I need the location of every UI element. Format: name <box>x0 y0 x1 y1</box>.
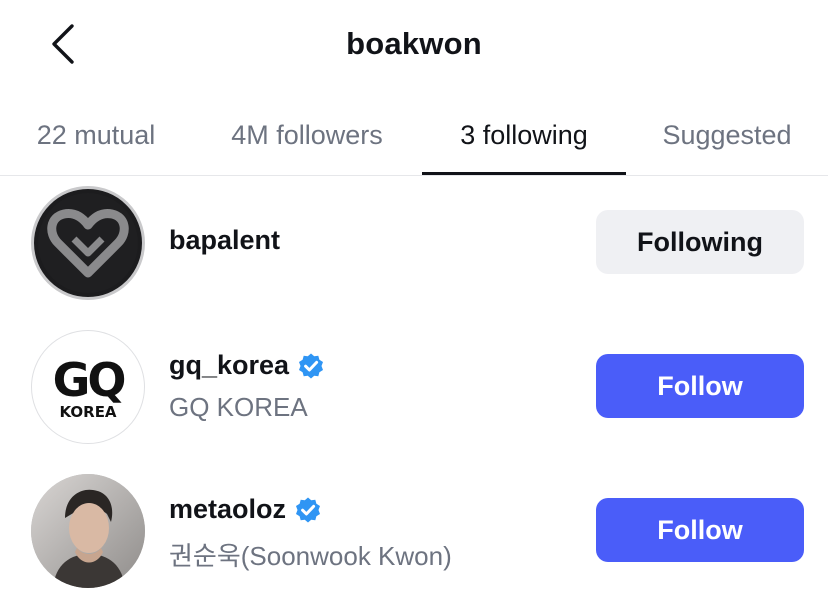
account-name-line: metaoloz <box>169 494 322 525</box>
tab-mutual[interactable]: 22 mutual <box>20 96 172 174</box>
account-name-line: gq_korea <box>169 350 325 381</box>
top-bar: boakwon <box>0 0 828 92</box>
username[interactable]: metaoloz <box>169 494 286 525</box>
list-item[interactable]: metaoloz 권순욱(Soonwook Kwon) Follow <box>0 466 828 596</box>
avatar[interactable] <box>31 186 145 300</box>
account-name-line: bapalent <box>169 225 280 256</box>
verified-badge-icon <box>296 497 321 522</box>
avatar[interactable]: GQ KOREA <box>31 330 145 444</box>
list-item[interactable]: GQ KOREA gq_korea GQ KOREA Follow <box>0 322 828 452</box>
following-button[interactable]: Following <box>596 210 804 274</box>
tab-bar: 22 mutual 4M followers 3 following Sugge… <box>0 96 828 176</box>
follow-button[interactable]: Follow <box>596 498 804 562</box>
tab-followers[interactable]: 4M followers <box>212 96 402 174</box>
username[interactable]: bapalent <box>169 225 280 256</box>
active-tab-indicator <box>422 172 626 175</box>
tab-suggested[interactable]: Suggested <box>646 96 808 174</box>
username[interactable]: gq_korea <box>169 350 289 381</box>
page-title: boakwon <box>346 26 482 61</box>
gq-logo-text: GQ <box>52 353 127 407</box>
list-item[interactable]: bapalent Following <box>0 178 828 308</box>
avatar[interactable] <box>31 474 145 588</box>
tab-following[interactable]: 3 following <box>422 96 626 174</box>
korea-logo-text: KOREA <box>59 403 117 421</box>
verified-badge-icon <box>299 353 324 378</box>
display-name: GQ KOREA <box>169 392 308 422</box>
person-photo-icon <box>31 474 145 588</box>
follow-button[interactable]: Follow <box>596 354 804 418</box>
display-name: 권순욱(Soonwook Kwon) <box>169 541 452 571</box>
heart-logo-icon <box>38 193 138 293</box>
